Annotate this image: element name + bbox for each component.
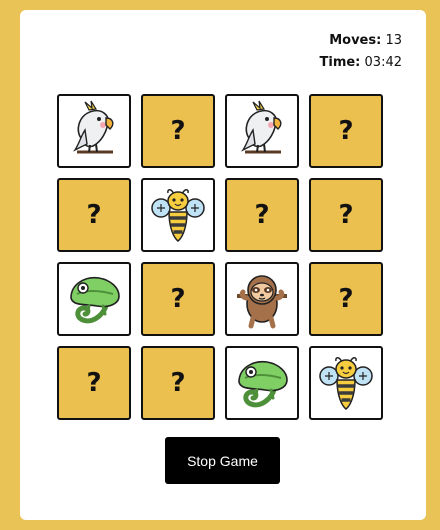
memory-card[interactable] <box>225 94 299 168</box>
question-mark-icon: ? <box>254 200 270 230</box>
time-value: 03:42 <box>364 55 402 70</box>
memory-card[interactable]: ? <box>309 94 383 168</box>
memory-card[interactable] <box>309 346 383 420</box>
question-mark-icon: ? <box>170 368 186 398</box>
bee-icon <box>147 184 209 246</box>
question-mark-icon: ? <box>170 284 186 314</box>
memory-card[interactable] <box>57 94 131 168</box>
chameleon-icon <box>231 352 293 414</box>
memory-card[interactable]: ? <box>141 94 215 168</box>
memory-card[interactable]: ? <box>309 178 383 252</box>
memory-card[interactable]: ? <box>225 178 299 252</box>
memory-card[interactable] <box>225 346 299 420</box>
cockatoo-icon <box>63 100 125 162</box>
question-mark-icon: ? <box>170 116 186 146</box>
memory-card[interactable]: ? <box>309 262 383 336</box>
moves-counter: Moves: 13 <box>320 30 402 52</box>
memory-card[interactable] <box>225 262 299 336</box>
sloth-icon <box>231 268 293 330</box>
card-grid: ????????? <box>57 94 383 420</box>
cockatoo-icon <box>231 100 293 162</box>
memory-card[interactable]: ? <box>141 346 215 420</box>
memory-card[interactable]: ? <box>57 178 131 252</box>
bee-icon <box>315 352 377 414</box>
question-mark-icon: ? <box>338 284 354 314</box>
memory-card[interactable] <box>57 262 131 336</box>
question-mark-icon: ? <box>86 368 102 398</box>
stop-game-button[interactable]: Stop Game <box>165 437 280 484</box>
time-label: Time: <box>319 55 361 70</box>
moves-label: Moves: <box>329 33 382 48</box>
game-stats: Moves: 13 Time: 03:42 <box>320 30 403 74</box>
time-counter: Time: 03:42 <box>320 52 403 74</box>
moves-value: 13 <box>385 33 402 48</box>
memory-card[interactable]: ? <box>141 262 215 336</box>
chameleon-icon <box>63 268 125 330</box>
question-mark-icon: ? <box>86 200 102 230</box>
memory-card[interactable] <box>141 178 215 252</box>
question-mark-icon: ? <box>338 116 354 146</box>
question-mark-icon: ? <box>338 200 354 230</box>
memory-card[interactable]: ? <box>57 346 131 420</box>
